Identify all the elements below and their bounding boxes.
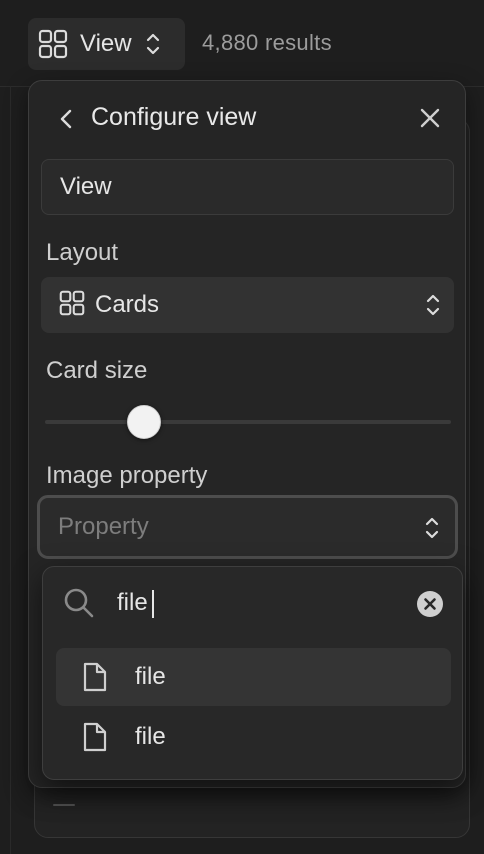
- grid-icon: [38, 29, 68, 59]
- property-search-input[interactable]: file: [117, 589, 148, 617]
- view-menu-button[interactable]: View: [28, 18, 185, 70]
- clear-search-icon[interactable]: [417, 591, 443, 617]
- text-caret: [152, 590, 154, 618]
- search-icon: [63, 587, 95, 619]
- slider-thumb[interactable]: [127, 405, 161, 439]
- chevron-up-down-icon: [146, 32, 160, 56]
- view-button-label: View: [80, 30, 132, 57]
- layout-select-value: Cards: [95, 291, 160, 318]
- property-dropdown: file file file: [42, 566, 463, 780]
- card-size-label: Card size: [46, 357, 148, 384]
- close-icon[interactable]: [417, 105, 443, 131]
- panel-header: Configure view: [29, 81, 465, 157]
- file-icon: [82, 721, 108, 753]
- chevron-left-icon[interactable]: [56, 105, 76, 133]
- grid-icon: [59, 290, 85, 321]
- file-icon: [82, 661, 108, 693]
- image-property-label: Image property: [46, 462, 208, 489]
- dash-placeholder: [53, 804, 75, 806]
- app-stage: View 4,880 results Configure view View L…: [0, 0, 484, 854]
- panel-title: Configure view: [91, 103, 257, 131]
- property-option[interactable]: file: [56, 648, 451, 706]
- chevron-up-down-icon: [426, 293, 440, 322]
- image-property-placeholder: Property: [58, 513, 149, 540]
- property-option-label: file: [135, 723, 166, 750]
- property-option[interactable]: file: [56, 708, 451, 766]
- view-name-input[interactable]: [41, 159, 454, 215]
- results-count: 4,880 results: [202, 30, 332, 55]
- left-gutter-line: [10, 86, 11, 854]
- chevron-up-down-icon: [425, 516, 439, 545]
- image-property-select[interactable]: Property: [37, 495, 458, 559]
- card-size-slider[interactable]: [45, 405, 451, 439]
- layout-label: Layout: [46, 239, 119, 266]
- slider-track: [45, 420, 451, 424]
- property-option-label: file: [135, 663, 166, 690]
- layout-select[interactable]: Cards: [41, 277, 454, 333]
